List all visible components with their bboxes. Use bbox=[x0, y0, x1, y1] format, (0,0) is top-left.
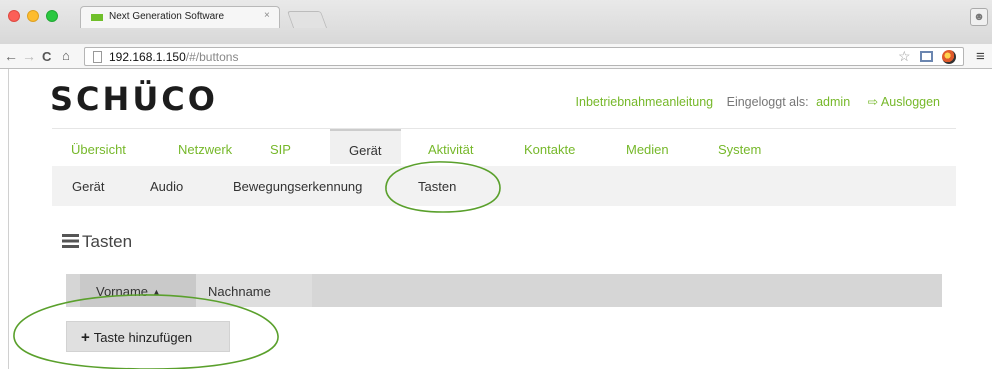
brand-logo: SCHÜCO bbox=[50, 80, 218, 118]
logout-label: Ausloggen bbox=[880, 95, 940, 109]
main-tab-system[interactable]: System bbox=[718, 129, 761, 164]
column-label: Nachname bbox=[208, 284, 271, 299]
reload-icon[interactable]: C bbox=[42, 49, 51, 64]
maximize-window-button[interactable] bbox=[46, 10, 58, 22]
sort-ascending-icon: ▲ bbox=[152, 287, 161, 297]
header-links: Inbetriebnahmeanleitung Eingeloggt als: … bbox=[576, 94, 940, 109]
page-border bbox=[8, 69, 9, 369]
logged-in-label: Eingeloggt als: bbox=[726, 95, 809, 109]
logout-icon: ⇨ bbox=[867, 95, 879, 109]
minimize-window-button[interactable] bbox=[27, 10, 39, 22]
manual-link[interactable]: Inbetriebnahmeanleitung bbox=[576, 95, 714, 109]
main-tab-kontakte[interactable]: Kontakte bbox=[524, 129, 575, 164]
back-arrow-icon[interactable]: ← bbox=[4, 48, 18, 64]
forward-arrow-icon[interactable]: → bbox=[22, 48, 36, 64]
main-tab-uebersicht[interactable]: Übersicht bbox=[71, 129, 126, 164]
sub-nav: Gerät Audio Bewegungserkennung Tasten bbox=[52, 166, 956, 206]
favicon-icon bbox=[91, 14, 103, 21]
page-title: Tasten bbox=[62, 232, 132, 252]
logout-link[interactable]: ⇨ Ausloggen bbox=[868, 95, 940, 109]
new-tab-button[interactable] bbox=[286, 11, 328, 28]
tab-close-icon[interactable]: × bbox=[264, 10, 270, 21]
hamburger-menu-icon[interactable]: ≡ bbox=[976, 48, 985, 65]
browser-titlebar: Next Generation Software × ☻ bbox=[0, 0, 992, 44]
home-icon[interactable]: ⌂ bbox=[62, 48, 70, 63]
column-header-vorname[interactable]: Vorname ▲ bbox=[80, 274, 196, 307]
person-icon[interactable]: ☻ bbox=[970, 8, 988, 26]
screen-capture-extension-icon[interactable] bbox=[920, 51, 933, 62]
column-header-nachname[interactable]: Nachname bbox=[196, 274, 312, 307]
sub-tab-bewegungserkennung[interactable]: Bewegungserkennung bbox=[233, 179, 362, 194]
main-nav: Übersicht Netzwerk SIP Gerät Aktivität K… bbox=[52, 128, 956, 164]
url-host: 192.168.1.150 bbox=[109, 50, 186, 64]
plus-icon: + bbox=[81, 329, 90, 346]
url-text[interactable]: 192.168.1.150/#/buttons bbox=[109, 50, 238, 64]
color-picker-extension-icon[interactable] bbox=[942, 50, 956, 64]
address-bar[interactable]: 192.168.1.150/#/buttons ☆ bbox=[84, 47, 964, 66]
main-tab-geraet[interactable]: Gerät bbox=[330, 129, 401, 164]
column-label: Vorname bbox=[96, 284, 149, 299]
sub-tab-audio[interactable]: Audio bbox=[150, 179, 183, 194]
sub-tab-geraet[interactable]: Gerät bbox=[72, 179, 105, 194]
username: admin bbox=[816, 95, 851, 109]
main-tab-medien[interactable]: Medien bbox=[626, 129, 669, 164]
url-path: /#/buttons bbox=[185, 50, 239, 64]
browser-toolbar: ← → C ⌂ 192.168.1.150/#/buttons ☆ ≡ bbox=[0, 44, 992, 69]
browser-tab[interactable]: Next Generation Software × bbox=[80, 6, 280, 28]
main-tab-sip[interactable]: SIP bbox=[270, 129, 291, 164]
add-button-button[interactable]: + Taste hinzufügen bbox=[66, 321, 230, 352]
close-window-button[interactable] bbox=[8, 10, 20, 22]
table-header: Vorname ▲ Nachname bbox=[66, 274, 942, 307]
list-icon bbox=[62, 234, 79, 248]
sub-tab-tasten[interactable]: Tasten bbox=[418, 179, 456, 194]
add-button-label: Taste hinzufügen bbox=[93, 330, 193, 345]
page-title-text: Tasten bbox=[82, 232, 133, 251]
bookmark-star-icon[interactable]: ☆ bbox=[898, 48, 911, 65]
main-tab-aktivitaet[interactable]: Aktivität bbox=[428, 129, 474, 164]
tab-title: Next Generation Software bbox=[109, 11, 225, 22]
page-icon bbox=[93, 51, 102, 63]
main-tab-netzwerk[interactable]: Netzwerk bbox=[178, 129, 232, 164]
